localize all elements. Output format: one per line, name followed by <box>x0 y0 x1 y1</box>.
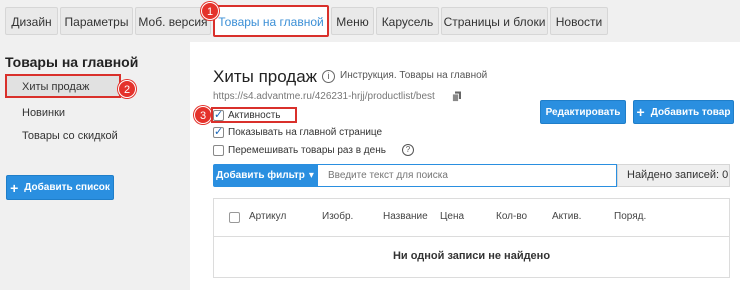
add-filter-label: Добавить фильтр <box>216 170 305 181</box>
tab-carousel[interactable]: Карусель <box>376 7 439 35</box>
show-on-home-checkbox-row[interactable]: Показывать на главной странице <box>213 125 382 139</box>
table-header: Артикул Изобр. Название Цена Кол-во Акти… <box>214 199 729 237</box>
select-all-checkbox[interactable] <box>229 212 240 223</box>
activity-checkbox[interactable] <box>213 108 224 121</box>
tab-parameters[interactable]: Параметры <box>60 7 133 35</box>
column-active[interactable]: Актив. <box>552 211 581 222</box>
tab-news[interactable]: Новости <box>550 7 608 35</box>
tab-home-products[interactable]: Товары на главной <box>213 5 329 37</box>
show-on-home-checkbox[interactable] <box>213 125 224 138</box>
add-list-label: Добавить список <box>24 182 110 193</box>
add-filter-button[interactable]: Добавить фильтр ▾ <box>213 164 317 187</box>
add-product-label: Добавить товар <box>650 106 731 118</box>
column-quantity[interactable]: Кол-во <box>496 211 527 222</box>
list-url: https://s4.advantme.ru/426231-hrjj/produ… <box>213 91 435 102</box>
sidebar-item-discount[interactable]: Товары со скидкой <box>5 124 182 148</box>
sidebar-item-bestsellers[interactable]: Хиты продаж <box>5 74 121 98</box>
sidebar: Товары на главной Хиты продаж Новинки То… <box>0 42 190 290</box>
tab-pages-blocks[interactable]: Страницы и блоки <box>441 7 548 35</box>
shuffle-checkbox[interactable] <box>213 144 224 156</box>
edit-button[interactable]: Редактировать <box>540 100 626 124</box>
plus-icon: + <box>636 104 645 120</box>
step-marker-1: 1 <box>201 2 219 20</box>
column-image[interactable]: Изобр. <box>322 211 353 222</box>
step-marker-3: 3 <box>194 106 212 124</box>
shuffle-checkbox-row[interactable]: Перемешивать товары раз в день ? <box>213 143 414 157</box>
column-article[interactable]: Артикул <box>249 211 286 222</box>
activity-label: Активность <box>228 109 281 121</box>
activity-checkbox-row[interactable]: Активность <box>213 108 281 122</box>
tab-mobile-version[interactable]: Моб. версия <box>135 7 211 35</box>
top-tab-bar: Дизайн Параметры Моб. версия Товары на г… <box>0 0 740 42</box>
page-title: Хиты продаж <box>213 67 318 86</box>
copy-icon[interactable] <box>452 91 462 102</box>
empty-table-message: Ни одной записи не найдено <box>392 250 551 262</box>
shuffle-label: Перемешивать товары раз в день <box>228 144 386 156</box>
step-marker-2: 2 <box>118 80 136 98</box>
instruction-link[interactable]: Инструкция. Товары на главной <box>340 70 487 81</box>
add-product-button[interactable]: + Добавить товар <box>633 100 734 124</box>
sidebar-title: Товары на главной <box>5 54 139 70</box>
add-list-button[interactable]: + Добавить список <box>6 175 114 200</box>
search-input[interactable] <box>317 164 617 187</box>
plus-icon: + <box>10 179 19 196</box>
tab-design[interactable]: Дизайн <box>5 7 58 35</box>
records-found-count: Найдено записей: 0 <box>617 164 730 187</box>
help-icon[interactable]: ? <box>401 144 414 156</box>
column-order[interactable]: Поряд. <box>614 211 646 222</box>
sidebar-item-new[interactable]: Новинки <box>5 101 182 125</box>
tab-menu[interactable]: Меню <box>331 7 374 35</box>
products-table: Артикул Изобр. Название Цена Кол-во Акти… <box>213 198 730 278</box>
caret-down-icon: ▾ <box>308 170 314 181</box>
edit-button-label: Редактировать <box>545 106 621 118</box>
info-icon[interactable]: i <box>322 70 335 83</box>
column-price[interactable]: Цена <box>440 211 464 222</box>
column-name[interactable]: Название <box>383 211 428 222</box>
show-on-home-label: Показывать на главной странице <box>228 126 383 138</box>
